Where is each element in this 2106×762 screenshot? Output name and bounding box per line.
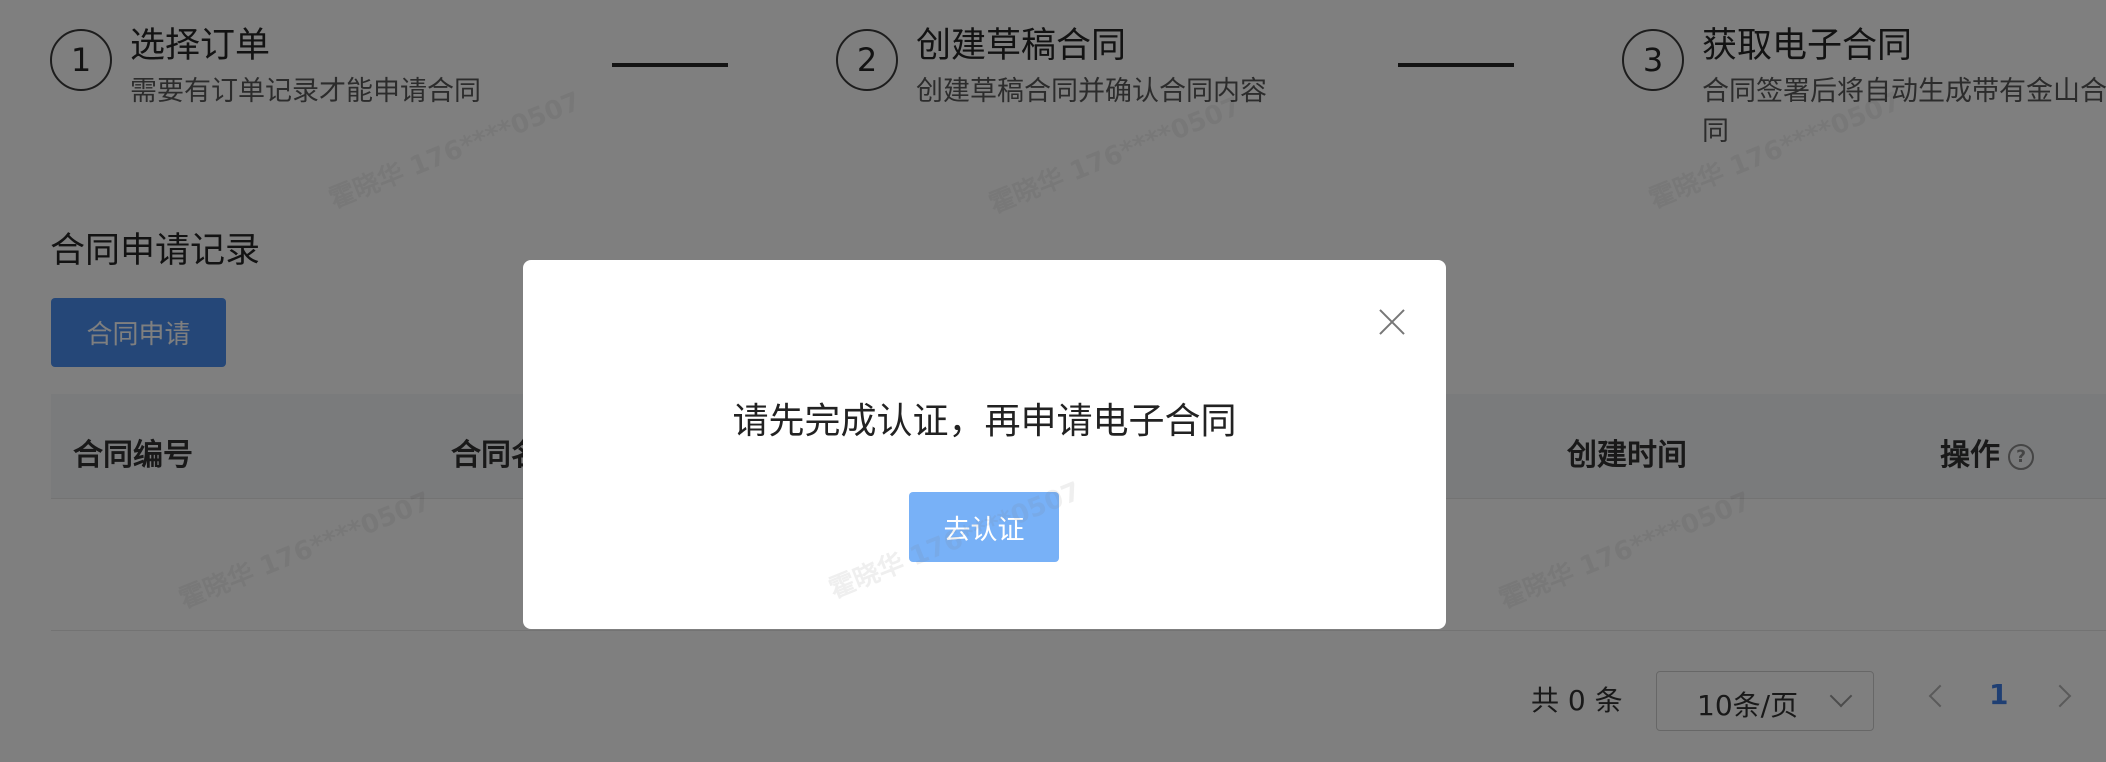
contract-page: 1 选择订单 需要有订单记录才能申请合同 2 创建草稿合同 创建草稿合同并确认合…: [0, 0, 2106, 762]
auth-required-modal: 请先完成认证，再申请电子合同 去认证: [523, 260, 1446, 629]
close-icon[interactable]: [1378, 308, 1406, 336]
go-verify-button[interactable]: 去认证: [909, 492, 1059, 562]
modal-message: 请先完成认证，再申请电子合同: [732, 401, 1237, 442]
